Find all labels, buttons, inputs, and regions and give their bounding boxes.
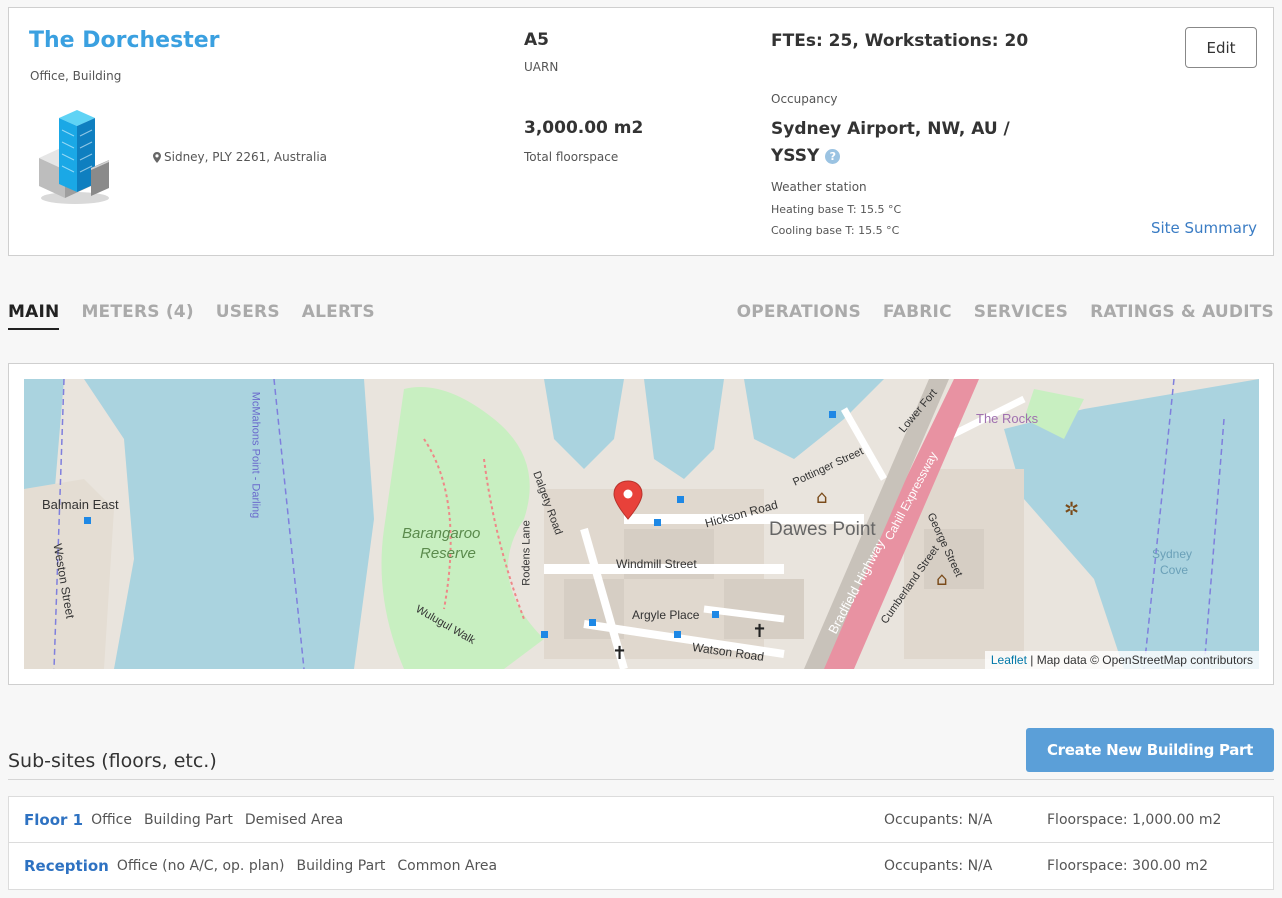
list-item: Reception Office (no A/C, op. plan) Buil… xyxy=(9,843,1273,889)
help-icon[interactable]: ? xyxy=(825,148,841,164)
tabs-primary: MAIN METERS (4) USERS ALERTS xyxy=(8,302,375,330)
map-label-barangaroo: Barangaroo xyxy=(402,525,481,542)
map-pin-icon xyxy=(153,151,161,163)
tab-ratings-audits[interactable]: RATINGS & AUDITS xyxy=(1090,302,1274,328)
site-header-card: The Dorchester Office, Building Sidney, … xyxy=(8,7,1274,256)
create-building-part-button[interactable]: Create New Building Part xyxy=(1026,728,1274,772)
svg-text:✝: ✝ xyxy=(752,621,767,642)
subsite-tag: Building Part xyxy=(143,811,233,828)
map-label-balmain: Balmain East xyxy=(42,497,119,512)
weather-station-value: Sydney Airport, NW, AU / YSSY? xyxy=(771,116,1031,170)
leaflet-link[interactable]: Leaflet xyxy=(991,653,1027,667)
subsite-name-link[interactable]: Floor 1 xyxy=(24,811,83,829)
occupancy-label: Occupancy xyxy=(771,92,838,106)
uarn-value: A5 xyxy=(524,30,549,50)
tab-meters[interactable]: METERS (4) xyxy=(81,302,193,330)
site-type: Office, Building xyxy=(30,69,122,83)
building-icon xyxy=(39,110,109,204)
map-label-dawes-point: Dawes Point xyxy=(769,519,876,540)
occupancy-value: FTEs: 25, Workstations: 20 xyxy=(771,31,1029,51)
weather-station-text: Sydney Airport, NW, AU / YSSY xyxy=(771,119,1010,166)
site-map[interactable]: ⌂ ⌂ ✝ ✝ ✲ Balmain East Barangaroo Reserv… xyxy=(24,379,1259,669)
subsite-floorspace: Floorspace: 1,000.00 m2 xyxy=(1047,811,1222,828)
map-label-reserve: Reserve xyxy=(420,545,476,562)
subsite-tag: Demised Area xyxy=(244,811,344,828)
site-summary-link[interactable]: Site Summary xyxy=(1151,219,1257,237)
subsite-floorspace: Floorspace: 300.00 m2 xyxy=(1047,858,1209,874)
tab-alerts[interactable]: ALERTS xyxy=(302,302,375,330)
tab-services[interactable]: SERVICES xyxy=(974,302,1068,328)
map-label-sydney: Sydney xyxy=(1152,547,1193,561)
tab-users[interactable]: USERS xyxy=(216,302,280,330)
subsite-tag: Common Area xyxy=(397,858,498,874)
svg-text:⌂: ⌂ xyxy=(816,487,827,508)
subsites-divider xyxy=(8,779,1274,780)
map-label-argyle-place: Argyle Place xyxy=(632,608,700,622)
map-attribution-text: | Map data © OpenStreetMap contributors xyxy=(1030,653,1253,667)
weather-station-label: Weather station xyxy=(771,180,867,194)
map-label-windmill-street: Windmill Street xyxy=(616,557,697,571)
map-label-cove: Cove xyxy=(1160,563,1189,577)
cooling-base-temp: Cooling base T: 15.5 °C xyxy=(771,224,900,237)
subsite-tag: Building Part xyxy=(296,858,386,874)
svg-text:⌂: ⌂ xyxy=(936,569,947,590)
site-location: Sidney, PLY 2261, Australia xyxy=(153,150,327,164)
subsite-name-link[interactable]: Reception xyxy=(24,857,109,875)
subsites-title: Sub-sites (floors, etc.) xyxy=(8,750,217,772)
tab-operations[interactable]: OPERATIONS xyxy=(737,302,861,328)
tabs-secondary: OPERATIONS FABRIC SERVICES RATINGS & AUD… xyxy=(737,302,1274,328)
edit-button[interactable]: Edit xyxy=(1185,27,1257,68)
subsites-list: Floor 1 Office Building Part Demised Are… xyxy=(8,796,1274,890)
site-location-text: Sidney, PLY 2261, Australia xyxy=(164,150,328,164)
map-label-mcmahons-point: McMahons Point - Darling xyxy=(249,391,262,519)
svg-text:✲: ✲ xyxy=(1064,499,1079,520)
svg-text:✝: ✝ xyxy=(612,643,627,664)
total-floorspace-label: Total floorspace xyxy=(524,150,619,164)
tab-main[interactable]: MAIN xyxy=(8,302,60,330)
total-floorspace-value: 3,000.00 m2 xyxy=(524,118,644,138)
map-attribution: Leaflet | Map data © OpenStreetMap contr… xyxy=(984,651,1259,669)
map-label-the-rocks: The Rocks xyxy=(976,411,1039,426)
heating-base-temp: Heating base T: 15.5 °C xyxy=(771,203,902,216)
subsite-tag: Office (no A/C, op. plan) xyxy=(116,858,285,874)
subsite-tag: Office xyxy=(91,811,132,828)
tab-fabric[interactable]: FABRIC xyxy=(883,302,952,328)
map-tiles: ⌂ ⌂ ✝ ✝ ✲ xyxy=(24,379,1259,669)
map-card: ⌂ ⌂ ✝ ✝ ✲ Balmain East Barangaroo Reserv… xyxy=(8,363,1274,685)
subsite-occupants: Occupants: N/A xyxy=(884,811,993,828)
list-item: Floor 1 Office Building Part Demised Are… xyxy=(9,797,1273,843)
site-title: The Dorchester xyxy=(29,28,220,53)
uarn-label: UARN xyxy=(524,60,559,74)
map-label-rodens-lane: Rodens Lane xyxy=(520,520,533,586)
subsite-occupants: Occupants: N/A xyxy=(884,858,993,874)
